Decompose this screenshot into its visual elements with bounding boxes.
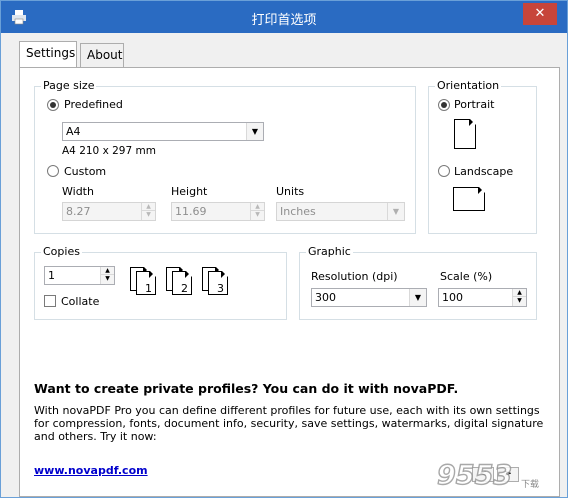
units-select[interactable]: Inches ▼ bbox=[276, 202, 405, 221]
tab-settings[interactable]: Settings bbox=[19, 41, 77, 67]
spin-up-icon[interactable]: ▲ bbox=[142, 203, 155, 211]
spin-up-icon[interactable]: ▲ bbox=[251, 203, 264, 211]
window-title: 打印首选项 bbox=[251, 13, 317, 28]
close-button[interactable]: ✕ bbox=[523, 3, 557, 25]
copies-group: Copies 1 ▲ ▼ Collate 1 2 3 bbox=[34, 245, 287, 320]
page-size-group: Page size Predefined A4 ▼ A4 210 x 297 m… bbox=[34, 79, 416, 234]
orientation-label: Orientation bbox=[435, 79, 502, 92]
site-watermark: 9553 下载 bbox=[433, 458, 553, 492]
chevron-down-icon: ▼ bbox=[387, 203, 404, 220]
scale-value: 100 bbox=[442, 291, 463, 304]
height-label: Height bbox=[171, 185, 208, 198]
height-value: 11.69 bbox=[175, 205, 207, 218]
scale-stepper[interactable]: 100 ▲ ▼ bbox=[438, 288, 527, 307]
portrait-label: Portrait bbox=[454, 98, 495, 111]
resolution-value: 300 bbox=[315, 291, 336, 304]
collate-stack-1-icon: 1 bbox=[130, 267, 164, 295]
svg-text:9553: 9553 bbox=[437, 460, 512, 491]
predefined-label: Predefined bbox=[64, 98, 123, 111]
orientation-group: Orientation Portrait Landscape bbox=[428, 79, 537, 234]
landscape-page-icon bbox=[453, 187, 485, 211]
title-bar[interactable]: 打印首选项 ✕ bbox=[1, 1, 567, 33]
custom-label: Custom bbox=[64, 165, 107, 178]
spin-up-icon[interactable]: ▲ bbox=[101, 267, 114, 275]
svg-text:下载: 下载 bbox=[521, 478, 539, 490]
graphic-group: Graphic Resolution (dpi) Scale (%) 300 ▼… bbox=[299, 245, 537, 320]
collate-checkbox[interactable] bbox=[44, 295, 56, 307]
spin-down-icon[interactable]: ▼ bbox=[513, 297, 526, 305]
spin-down-icon[interactable]: ▼ bbox=[142, 211, 155, 219]
spin-down-icon[interactable]: ▼ bbox=[251, 211, 264, 219]
portrait-page-icon bbox=[454, 119, 476, 149]
width-value: 8.27 bbox=[66, 205, 91, 218]
collate-stack-3-icon: 3 bbox=[202, 267, 236, 295]
collate-stack-2-icon: 2 bbox=[166, 267, 200, 295]
watermark-logo-icon: 9553 下载 bbox=[436, 459, 539, 491]
page-size-label: Page size bbox=[41, 79, 97, 92]
promo-body: With novaPDF Pro you can define differen… bbox=[34, 404, 544, 443]
paper-dimensions: A4 210 x 297 mm bbox=[62, 145, 156, 157]
custom-radio[interactable] bbox=[47, 165, 59, 177]
resolution-select[interactable]: 300 ▼ bbox=[311, 288, 427, 307]
novapdf-link[interactable]: www.novapdf.com bbox=[34, 464, 148, 477]
settings-panel: Page size Predefined A4 ▼ A4 210 x 297 m… bbox=[19, 67, 560, 497]
tab-about[interactable]: About bbox=[80, 43, 124, 67]
height-stepper[interactable]: 11.69 ▲ ▼ bbox=[171, 202, 265, 221]
predefined-radio[interactable] bbox=[47, 99, 59, 111]
copies-stepper[interactable]: 1 ▲ ▼ bbox=[44, 266, 115, 285]
scale-label: Scale (%) bbox=[440, 270, 493, 283]
paper-size-select[interactable]: A4 ▼ bbox=[62, 122, 264, 141]
portrait-radio[interactable] bbox=[438, 99, 450, 111]
resolution-label: Resolution (dpi) bbox=[311, 270, 398, 283]
copies-label: Copies bbox=[41, 245, 82, 258]
collate-label: Collate bbox=[61, 295, 100, 308]
units-value: Inches bbox=[280, 205, 316, 218]
chevron-down-icon: ▼ bbox=[409, 289, 426, 306]
copies-value: 1 bbox=[48, 269, 55, 282]
width-label: Width bbox=[62, 185, 94, 198]
landscape-radio[interactable] bbox=[438, 165, 450, 177]
chevron-down-icon: ▼ bbox=[246, 123, 263, 140]
paper-size-value: A4 bbox=[66, 125, 81, 138]
landscape-label: Landscape bbox=[454, 165, 514, 178]
print-preferences-window: 打印首选项 ✕ Settings About Page size Predefi… bbox=[0, 0, 568, 498]
spin-up-icon[interactable]: ▲ bbox=[513, 289, 526, 297]
promo-title: Want to create private profiles? You can… bbox=[34, 381, 459, 396]
spin-down-icon[interactable]: ▼ bbox=[101, 275, 114, 283]
units-label: Units bbox=[276, 185, 305, 198]
graphic-label: Graphic bbox=[306, 245, 353, 258]
width-stepper[interactable]: 8.27 ▲ ▼ bbox=[62, 202, 156, 221]
